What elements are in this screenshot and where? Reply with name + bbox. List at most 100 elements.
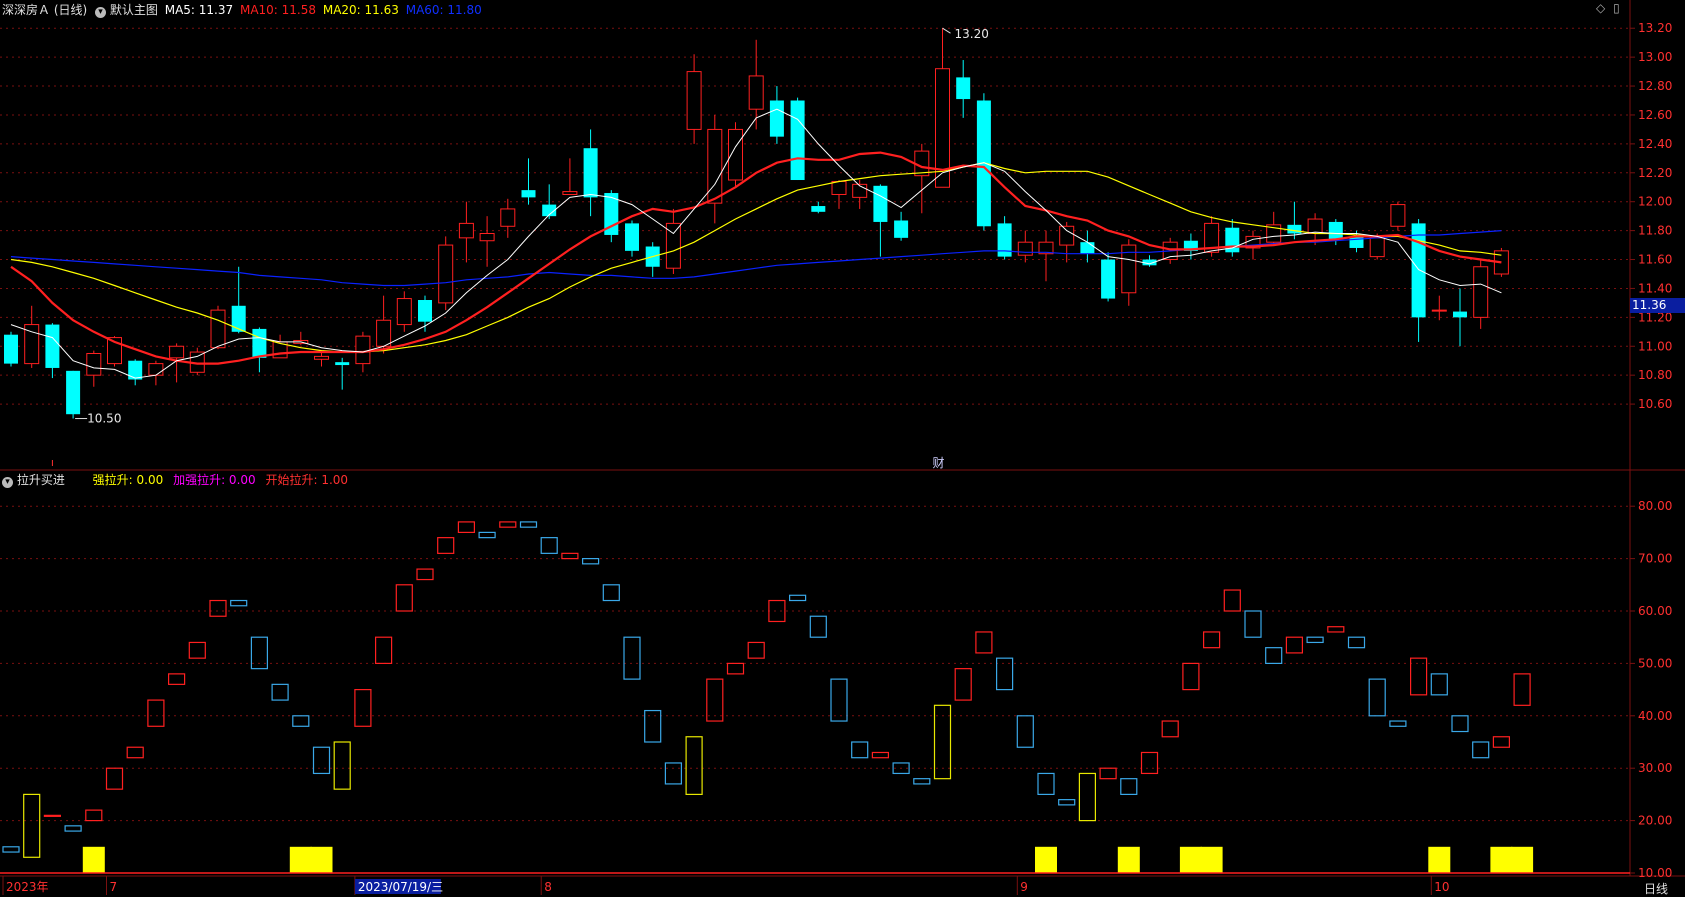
indicator-box: [2, 846, 20, 853]
indicator-box: [1078, 772, 1097, 822]
indicator-box: [292, 715, 310, 727]
candle-down: [128, 360, 143, 380]
candle-up: [562, 191, 578, 195]
stock-chart[interactable]: 13.20 13.00 12.80 12.60 12.40 12.20 12.00 11.80…: [0, 0, 1685, 895]
candle-down: [956, 77, 971, 100]
indicator-box: [1244, 610, 1262, 638]
candle-up: [479, 233, 495, 242]
candle-up: [1390, 204, 1406, 227]
candle-down: [1287, 224, 1302, 234]
indicator-tick-label: 40.00: [1638, 709, 1672, 723]
candle-down: [66, 370, 81, 415]
price-tick-label: 12.40: [1638, 137, 1672, 151]
indicator-box: [747, 641, 765, 659]
indicator-box: [851, 741, 869, 759]
candle-down: [769, 100, 784, 137]
period-tab[interactable]: 日线: [1644, 880, 1668, 897]
indicator-box: [354, 688, 372, 727]
candle-down: [583, 148, 598, 198]
candle-down: [252, 328, 267, 358]
candle-up: [500, 208, 516, 227]
time-axis-label: 8: [544, 880, 552, 894]
indicator-box: [375, 636, 393, 665]
indicator-box: [105, 767, 124, 790]
time-axis-label: 9: [1020, 880, 1028, 894]
strong-rise-bar: [1117, 846, 1140, 873]
extra-strong-legend: 加强拉升: 0.00: [173, 473, 256, 487]
price-tick-label: 11.60: [1638, 253, 1672, 267]
time-axis-label: 7: [110, 880, 118, 894]
indicator-box: [188, 641, 206, 659]
indicator-box: [1285, 636, 1304, 654]
indicator-dropdown-icon[interactable]: ▾: [2, 477, 13, 488]
ma10-legend: MA10: 11.58: [239, 3, 317, 17]
main-chart-header: 深深房Ａ (日线) ▾ 默认主图 MA5: 11.37 MA10: 11.58 …: [2, 1, 482, 18]
ma60-legend: MA60: 11.80: [405, 3, 482, 17]
indicator-box: [85, 809, 103, 822]
indicator-tick-label: 80.00: [1638, 499, 1672, 513]
candle-up: [831, 180, 847, 195]
candle-down: [894, 220, 909, 238]
strong-rise-bar: [1179, 846, 1202, 873]
window-icon[interactable]: ▯: [1613, 1, 1620, 15]
candle-up: [396, 298, 412, 326]
price-tick-label: 12.60: [1638, 108, 1672, 122]
indicator-box: [644, 709, 662, 743]
indicator-box: [312, 746, 331, 775]
candle-down: [335, 362, 350, 366]
ma5-legend: MA5: 11.37: [164, 3, 234, 17]
candle-down: [811, 206, 826, 212]
indicator-box: [809, 615, 827, 638]
candle-up: [1473, 266, 1489, 318]
candle-up: [1369, 237, 1385, 258]
indicator-box: [1472, 741, 1490, 759]
indicator-box: [933, 704, 952, 780]
indicator-box: [478, 531, 496, 539]
main-chart-selector[interactable]: 默认主图: [110, 3, 158, 17]
candle-down: [45, 324, 60, 368]
candle-up: [1431, 309, 1447, 312]
price-tick-label: 10.80: [1638, 368, 1672, 382]
price-tick-label: 12.80: [1638, 79, 1672, 93]
strong-rise-bar: [1200, 846, 1223, 873]
indicator-name[interactable]: 拉升买进: [17, 473, 65, 487]
indicator-box: [437, 537, 455, 554]
indicator-box: [975, 631, 993, 654]
indicator-box: [768, 599, 786, 623]
candle-down: [1411, 223, 1426, 318]
indicator-box: [209, 599, 227, 617]
indicator-box: [1409, 657, 1428, 696]
candle-up: [707, 128, 723, 204]
price-tick-label: 13.20: [1638, 21, 1672, 35]
indicator-box: [23, 793, 41, 858]
strong-rise-bar: [1035, 846, 1057, 873]
candle-up: [86, 352, 102, 376]
indicator-box: [540, 537, 558, 554]
high-price-label: 13.20: [955, 27, 989, 41]
candle-down: [790, 100, 805, 181]
indicator-tick-label: 70.00: [1638, 552, 1672, 566]
candle-down: [418, 300, 432, 322]
indicator-box: [271, 683, 289, 701]
candle-up: [376, 319, 392, 347]
indicator-box: [830, 678, 848, 722]
indicator-box: [871, 751, 890, 759]
dropdown-icon[interactable]: ▾: [95, 7, 107, 18]
indicator-box: [126, 746, 144, 759]
indicator-box: [788, 594, 807, 602]
indicator-box: [64, 825, 82, 832]
price-tick-label: 12.20: [1638, 166, 1672, 180]
diamond-icon[interactable]: ◇: [1596, 1, 1605, 15]
indicator-box: [1430, 673, 1448, 696]
indicator-box: [499, 521, 517, 528]
indicator-box: [1016, 715, 1034, 748]
indicator-box: [168, 673, 186, 685]
indicator-tick-label: 50.00: [1638, 656, 1672, 670]
indicator-box: [995, 657, 1014, 691]
indicator-tick-label: 20.00: [1638, 814, 1672, 828]
start-legend: 开始拉升: 1.00: [265, 473, 349, 487]
indicator-box: [1265, 647, 1283, 664]
indicator-box: [1161, 720, 1179, 738]
candle-down: [625, 223, 639, 251]
indicator-tick-label: 10.00: [1638, 866, 1672, 880]
